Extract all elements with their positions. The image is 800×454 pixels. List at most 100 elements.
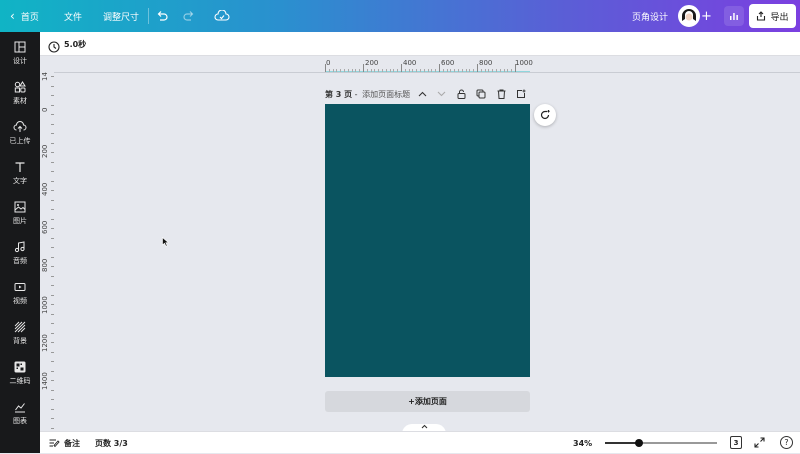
trash-icon[interactable] (495, 88, 507, 100)
ruler-tick (51, 152, 54, 153)
bottom-status-bar: 备注 页数 3/3 34% 3 ? (40, 431, 800, 453)
sidebar-item-label: 图表 (13, 416, 27, 425)
ruler-label: 400 (41, 182, 49, 196)
ruler-tick (439, 64, 440, 72)
sidebar-item-videos[interactable]: 视频 (0, 274, 40, 312)
cloud-save-icon[interactable] (214, 0, 230, 32)
add-collaborator-icon[interactable]: + (701, 0, 712, 32)
notes-button[interactable]: 备注 (64, 432, 80, 454)
chevron-left-icon: ‹ (10, 9, 15, 23)
mouse-cursor-icon (162, 232, 170, 251)
text-icon (15, 161, 25, 172)
sidebar-item-photos[interactable]: 图片 (0, 194, 40, 232)
ruler-tick (51, 275, 54, 277)
regenerate-icon[interactable] (534, 104, 556, 126)
file-menu-button[interactable]: 文件 (64, 0, 82, 32)
ruler-tick (51, 304, 54, 305)
sidebar-item-label: 已上传 (9, 136, 31, 145)
add-page-icon[interactable] (515, 88, 527, 100)
ruler-tick (51, 199, 54, 201)
ruler-label: 600 (441, 59, 455, 67)
ruler-label: 600 (41, 220, 49, 234)
animation-toolbar: 5.0秒 (40, 32, 800, 56)
chevron-up-icon[interactable] (416, 88, 428, 100)
zoom-level[interactable]: 34% (573, 432, 592, 454)
ruler-label: 0 (326, 59, 331, 67)
notes-icon[interactable] (49, 438, 60, 450)
duplicate-icon[interactable] (475, 88, 487, 100)
sidebar-item-label: 背景 (13, 336, 27, 345)
sidebar-item-text[interactable]: 文字 (0, 154, 40, 192)
ruler-tick (51, 380, 54, 381)
qrcode-icon (14, 361, 26, 372)
ruler-tick (51, 209, 54, 210)
zoom-slider-handle[interactable] (634, 439, 643, 447)
sidebar-item-label: 图片 (13, 216, 27, 225)
page-grid-view-button[interactable]: 3 (730, 436, 742, 449)
page-duration[interactable]: 5.0秒 (64, 32, 86, 56)
image-icon (14, 201, 26, 212)
sidebar-item-design[interactable]: 设计 (0, 34, 40, 72)
toolbar-divider (148, 8, 149, 24)
add-page-button[interactable]: +添加页面 (325, 391, 530, 412)
ruler-tick (515, 64, 516, 72)
ruler-label: 1400 (41, 372, 49, 390)
page-header: 第 3 页 - 添加页面标题 (325, 86, 530, 102)
sidebar-item-charts[interactable]: 图表 (0, 394, 40, 432)
ruler-label: 800 (41, 258, 49, 272)
avatar[interactable] (678, 5, 700, 27)
ruler-tick (51, 389, 54, 391)
chevron-down-icon[interactable] (435, 88, 447, 100)
page-number: 第 3 页 (325, 89, 353, 99)
sidebar-item-uploads[interactable]: 已上传 (0, 114, 40, 152)
ruler-tick (51, 361, 54, 362)
chart-icon (15, 402, 25, 412)
ruler-tick (51, 247, 54, 248)
ruler-tick (51, 133, 54, 134)
ruler-label: 400 (403, 59, 417, 67)
canvas-top-divider (54, 72, 800, 73)
layout-icon (14, 41, 26, 52)
export-button[interactable]: 导出 (749, 4, 796, 28)
ruler-tick (51, 332, 54, 334)
zoom-slider[interactable] (605, 439, 717, 447)
sidebar-item-elements[interactable]: 素材 (0, 74, 40, 112)
sidebar-item-label: 设计 (13, 56, 27, 65)
ruler-label: 1000 (515, 59, 533, 67)
sidebar-item-qrcode[interactable]: 二维码 (0, 354, 40, 392)
ruler-tick (363, 64, 364, 72)
ruler-tick (51, 266, 54, 267)
design-page[interactable] (325, 104, 530, 377)
resize-button[interactable]: 调整尺寸 (103, 0, 139, 32)
top-toolbar: ‹ 首页 文件 调整尺寸 页角设计 + 导出 (0, 0, 800, 32)
sidebar-item-background[interactable]: 背景 (0, 314, 40, 352)
page-title-input[interactable]: 添加页面标题 (362, 89, 410, 100)
ruler-label: 800 (479, 59, 493, 67)
ruler-label: 200 (365, 59, 379, 67)
ruler-tick (51, 294, 54, 296)
ruler-tick (51, 370, 54, 372)
home-button[interactable]: ‹ 首页 (10, 0, 39, 32)
ruler-tick (477, 64, 478, 72)
ruler-tick (401, 64, 402, 72)
clock-icon[interactable] (48, 38, 60, 57)
help-button[interactable]: ? (780, 436, 793, 449)
page-count-button[interactable]: 页数 3/3 (95, 432, 128, 454)
ruler-tick (51, 180, 54, 182)
redo-icon[interactable] (183, 0, 195, 32)
chevron-up-icon (421, 424, 427, 429)
ruler-tick (51, 256, 54, 258)
fullscreen-icon[interactable] (754, 437, 765, 450)
home-label: 首页 (20, 12, 39, 23)
ruler-tick (51, 218, 54, 220)
ruler-label: 1000 (41, 296, 49, 314)
video-icon (14, 282, 26, 291)
zoom-slider-fill (605, 442, 639, 444)
ruler-tick (51, 408, 54, 410)
lock-icon[interactable] (455, 88, 467, 100)
insights-chart-icon[interactable] (724, 6, 744, 26)
ruler-tick (51, 190, 54, 191)
sidebar-item-audio[interactable]: 音频 (0, 234, 40, 272)
undo-icon[interactable] (156, 0, 168, 32)
design-title[interactable]: 页角设计 (632, 0, 668, 32)
